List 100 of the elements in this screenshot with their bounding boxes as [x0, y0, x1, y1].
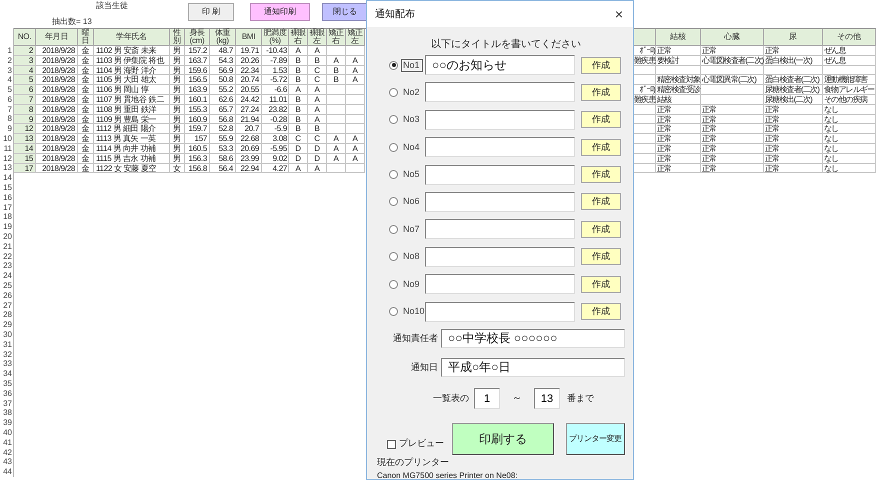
table-cell: B	[289, 75, 308, 86]
row-number: 23	[0, 262, 14, 272]
empty-cell	[327, 164, 346, 174]
table-cell: 2018/9/28	[36, 154, 78, 164]
table-cell: 正常	[764, 124, 823, 134]
table-cell: 52.8	[210, 124, 236, 134]
create-button[interactable]: 作成	[581, 248, 621, 266]
table-cell: B	[308, 124, 327, 134]
close-button[interactable]: ×	[612, 7, 625, 21]
table-cell: 正常	[764, 154, 823, 164]
sheet-button[interactable]: 印 刷	[188, 3, 234, 21]
radio-button[interactable]	[389, 88, 398, 97]
title-input[interactable]	[425, 302, 575, 322]
table-cell: A	[327, 154, 346, 164]
empty-cell	[346, 94, 365, 105]
radio-button[interactable]	[389, 280, 398, 289]
radio-button[interactable]	[389, 60, 398, 70]
title-input[interactable]	[425, 219, 575, 240]
table-cell: 金	[78, 114, 94, 124]
table-cell: 2018/9/28	[36, 104, 78, 115]
table-cell: 2018/9/28	[36, 56, 78, 66]
row-number: 36	[0, 388, 14, 399]
table-cell: 156.5	[185, 75, 210, 86]
radio-button[interactable]	[389, 142, 398, 152]
table-cell: 65.7	[210, 104, 236, 115]
create-button[interactable]: 作成	[581, 166, 621, 184]
radio-label[interactable]: No6	[401, 196, 423, 208]
radio-button[interactable]	[389, 197, 398, 206]
table-cell: 正常	[656, 154, 701, 164]
column-header: 結核	[656, 29, 701, 46]
table-cell: -10.43	[262, 46, 289, 56]
table-cell: 19.71	[236, 46, 262, 56]
print-button[interactable]: 印刷する	[452, 422, 554, 455]
radio-button[interactable]	[389, 252, 398, 262]
title-input[interactable]	[425, 274, 575, 294]
title-input[interactable]	[425, 137, 575, 158]
radio-label[interactable]: No4	[401, 142, 423, 153]
create-button[interactable]: 作成	[581, 220, 621, 238]
table-cell: なし	[823, 114, 876, 124]
table-cell: ぜん息	[823, 56, 876, 66]
printer-change-button[interactable]: プリンター変更	[566, 422, 625, 455]
radio-label[interactable]: No8	[401, 251, 423, 262]
radio-label[interactable]: No10	[401, 306, 423, 318]
title-input[interactable]	[425, 110, 575, 130]
table-cell: 50.8	[210, 75, 236, 86]
create-button[interactable]: 作成	[581, 193, 621, 210]
create-button[interactable]: 作成	[581, 56, 621, 74]
title-input[interactable]	[425, 246, 575, 267]
table-cell: 4	[14, 66, 36, 76]
sheet-button[interactable]: 閉じる	[322, 3, 368, 21]
table-cell: 54.3	[210, 56, 236, 66]
range-separator: ～	[512, 392, 522, 406]
table-cell: 食物アレルギー	[823, 85, 876, 95]
column-header: 矯正右	[327, 29, 346, 46]
table-cell: 1104 男 海野 洋介	[94, 66, 170, 76]
table-cell: A	[308, 104, 327, 115]
table-cell: 22.68	[236, 134, 262, 144]
text-field[interactable]: 平成○年○日	[441, 358, 625, 378]
create-button[interactable]: 作成	[581, 84, 621, 101]
table-cell: 56.4	[210, 164, 236, 174]
create-button[interactable]: 作成	[581, 276, 621, 293]
create-button[interactable]: 作成	[581, 303, 621, 320]
table-cell: 2018/9/28	[36, 124, 78, 134]
row-number: 21	[0, 242, 14, 252]
table-cell: 男	[170, 66, 185, 76]
range-start-field[interactable]: 1	[474, 388, 500, 410]
row-number: 18	[0, 212, 14, 222]
radio-label[interactable]: No9	[401, 278, 423, 290]
radio-button[interactable]	[389, 170, 398, 180]
text-field[interactable]: ○○中学校長 ○○○○○○	[441, 329, 625, 348]
empty-cell	[764, 66, 823, 76]
radio-button[interactable]	[389, 115, 398, 124]
title-input[interactable]: ○○のお知らせ	[425, 55, 575, 75]
radio-label[interactable]: No5	[401, 169, 423, 180]
radio-label[interactable]: No2	[401, 86, 423, 98]
table-cell: 正常	[701, 164, 764, 174]
range-end-field[interactable]: 13	[534, 388, 560, 410]
row-number: 40	[0, 428, 14, 438]
table-cell: 金	[78, 144, 94, 154]
create-button[interactable]: 作成	[581, 111, 621, 128]
row-number: 25	[0, 281, 14, 291]
table-cell: 正常	[764, 134, 823, 144]
checkbox[interactable]	[387, 440, 396, 449]
table-cell: 金	[78, 154, 94, 164]
empty-cell	[346, 114, 365, 124]
title-input[interactable]	[425, 82, 575, 102]
radio-button[interactable]	[389, 224, 398, 234]
radio-label[interactable]: No1	[401, 58, 423, 72]
sheet-button[interactable]: 通知印刷	[250, 3, 310, 21]
table-cell: 男	[170, 104, 185, 115]
table-cell: 男	[170, 75, 185, 86]
create-button[interactable]: 作成	[581, 138, 621, 156]
table-cell: 53.3	[210, 144, 236, 154]
title-input[interactable]	[425, 164, 575, 185]
checkbox-label[interactable]: プレビュー	[399, 437, 444, 451]
radio-label[interactable]: No7	[401, 224, 423, 235]
table-cell: 金	[78, 104, 94, 115]
radio-label[interactable]: No3	[401, 114, 423, 126]
radio-button[interactable]	[389, 307, 398, 316]
title-input[interactable]	[425, 192, 575, 212]
